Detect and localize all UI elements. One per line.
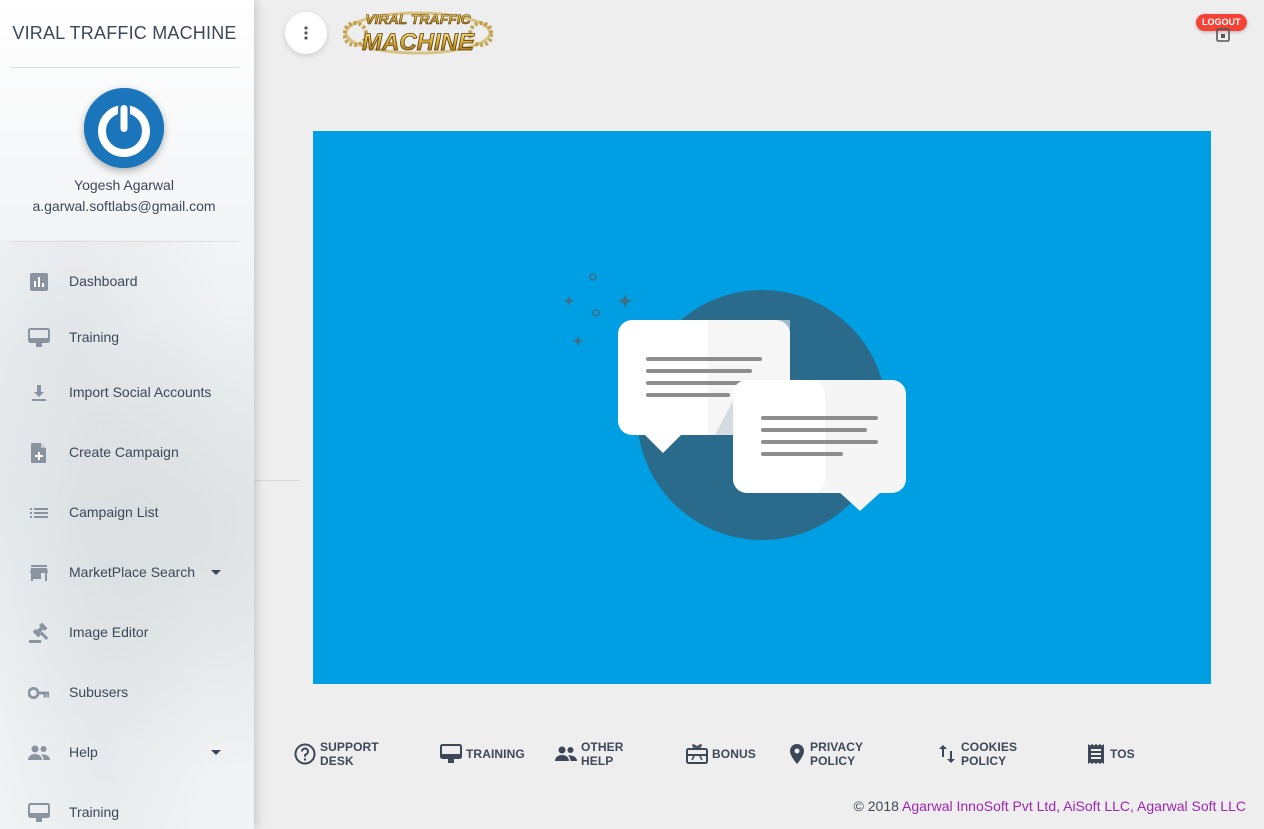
logout-button[interactable]: LOGOUT [1196,14,1247,44]
chat-bubbles-illustration [564,273,906,540]
sidebar-item-campaign-list[interactable]: Campaign List [0,491,254,535]
sidebar-item-label: Subusers [69,684,129,700]
sidebar-item-label: Import Social Accounts [69,384,212,400]
avatar[interactable] [84,88,164,168]
sidebar-item-import-social-accounts[interactable]: Import Social Accounts [0,371,254,415]
footer-link-label: PRIVACY POLICY [810,740,863,768]
footer-link-support-desk[interactable]: SUPPORT DESK [294,740,379,768]
location-pin-icon [790,744,804,764]
sidebar-item-training-2[interactable]: Training [0,791,254,829]
copyright-companies-link[interactable]: Agarwal InnoSoft Pvt Ltd, AiSoft LLC, Ag… [902,798,1246,814]
more-menu-button[interactable] [285,12,327,54]
key-icon [28,682,50,704]
sidebar-item-marketplace-search[interactable]: MarketPlace Search [0,551,254,595]
chevron-down-icon[interactable] [211,750,221,755]
footer-link-label: OTHER HELP [581,740,624,768]
sidebar-item-help[interactable]: Help [0,731,254,775]
hero-banner [313,131,1211,684]
sidebar-item-label: Dashboard [69,273,138,289]
svg-text:VIRAL TRAFFIC: VIRAL TRAFFIC [365,11,471,27]
gift-card-icon [686,744,708,764]
people-icon [555,746,577,761]
footer-link-label: BONUS [712,747,756,761]
list-icon [28,502,50,524]
svg-text:MACHINE: MACHINE [362,29,475,56]
sidebar-item-create-campaign[interactable]: Create Campaign [0,431,254,475]
sidebar: VIRAL TRAFFIC MACHINE Yogesh Agarwal a.g… [0,0,254,829]
sidebar-item-label: MarketPlace Search [69,564,196,580]
brand-title[interactable]: VIRAL TRAFFIC MACHINE [10,0,239,68]
footer-link-label: SUPPORT DESK [320,740,379,768]
monitor-icon [440,744,462,763]
sidebar-item-label: Help [69,744,98,760]
copyright-prefix: © 2018 [853,798,903,814]
more-vert-icon [304,26,308,40]
logout-icon [1216,28,1230,42]
copyright: © 2018 Agarwal InnoSoft Pvt Ltd, AiSoft … [854,798,1246,814]
footer-link-other-help[interactable]: OTHER HELP [555,740,624,768]
sidebar-divider [10,241,239,242]
monitor-icon [28,327,50,349]
footer-link-tos[interactable]: TOS [1086,740,1135,768]
sidebar-item-label: Training [69,804,120,820]
sidebar-item-image-editor[interactable]: Image Editor [0,611,254,655]
user-name: Yogesh Agarwal [74,177,174,193]
footer-link-training[interactable]: TRAINING [440,740,525,768]
sidebar-item-subusers[interactable]: Subusers [0,671,254,715]
footer-link-label: COOKIES POLICY [961,740,1018,768]
footer-link-label: TOS [1110,747,1135,761]
viral-traffic-machine-logo[interactable]: VIRAL TRAFFIC MACHINE [343,6,493,56]
sidebar-item-dashboard[interactable]: Dashboard [0,260,254,304]
sidebar-item-label: Training [69,329,120,345]
footer-link-cookies-policy[interactable]: COOKIES POLICY [937,740,1017,768]
store-icon [28,562,50,584]
chevron-down-icon[interactable] [211,570,221,575]
people-icon [28,742,50,764]
sidebar-item-training[interactable]: Training [0,316,254,360]
user-email: a.garwal.softlabs@gmail.com [32,198,216,214]
monitor-icon [28,802,50,824]
power-icon [84,88,164,168]
bar-chart-icon [28,271,50,293]
gavel-icon [28,622,50,644]
sidebar-item-label: Campaign List [69,504,159,520]
receipt-icon [1088,744,1104,764]
help-circle-icon [294,743,316,765]
divider [254,480,300,481]
footer-link-bonus[interactable]: BONUS [686,740,756,768]
footer-link-label: TRAINING [466,747,525,761]
swap-vert-icon [939,745,955,763]
download-icon [28,382,50,404]
note-add-icon [28,442,50,464]
sidebar-item-label: Create Campaign [69,444,179,460]
sidebar-item-label: Image Editor [69,624,149,640]
footer-link-privacy-policy[interactable]: PRIVACY POLICY [788,740,863,768]
